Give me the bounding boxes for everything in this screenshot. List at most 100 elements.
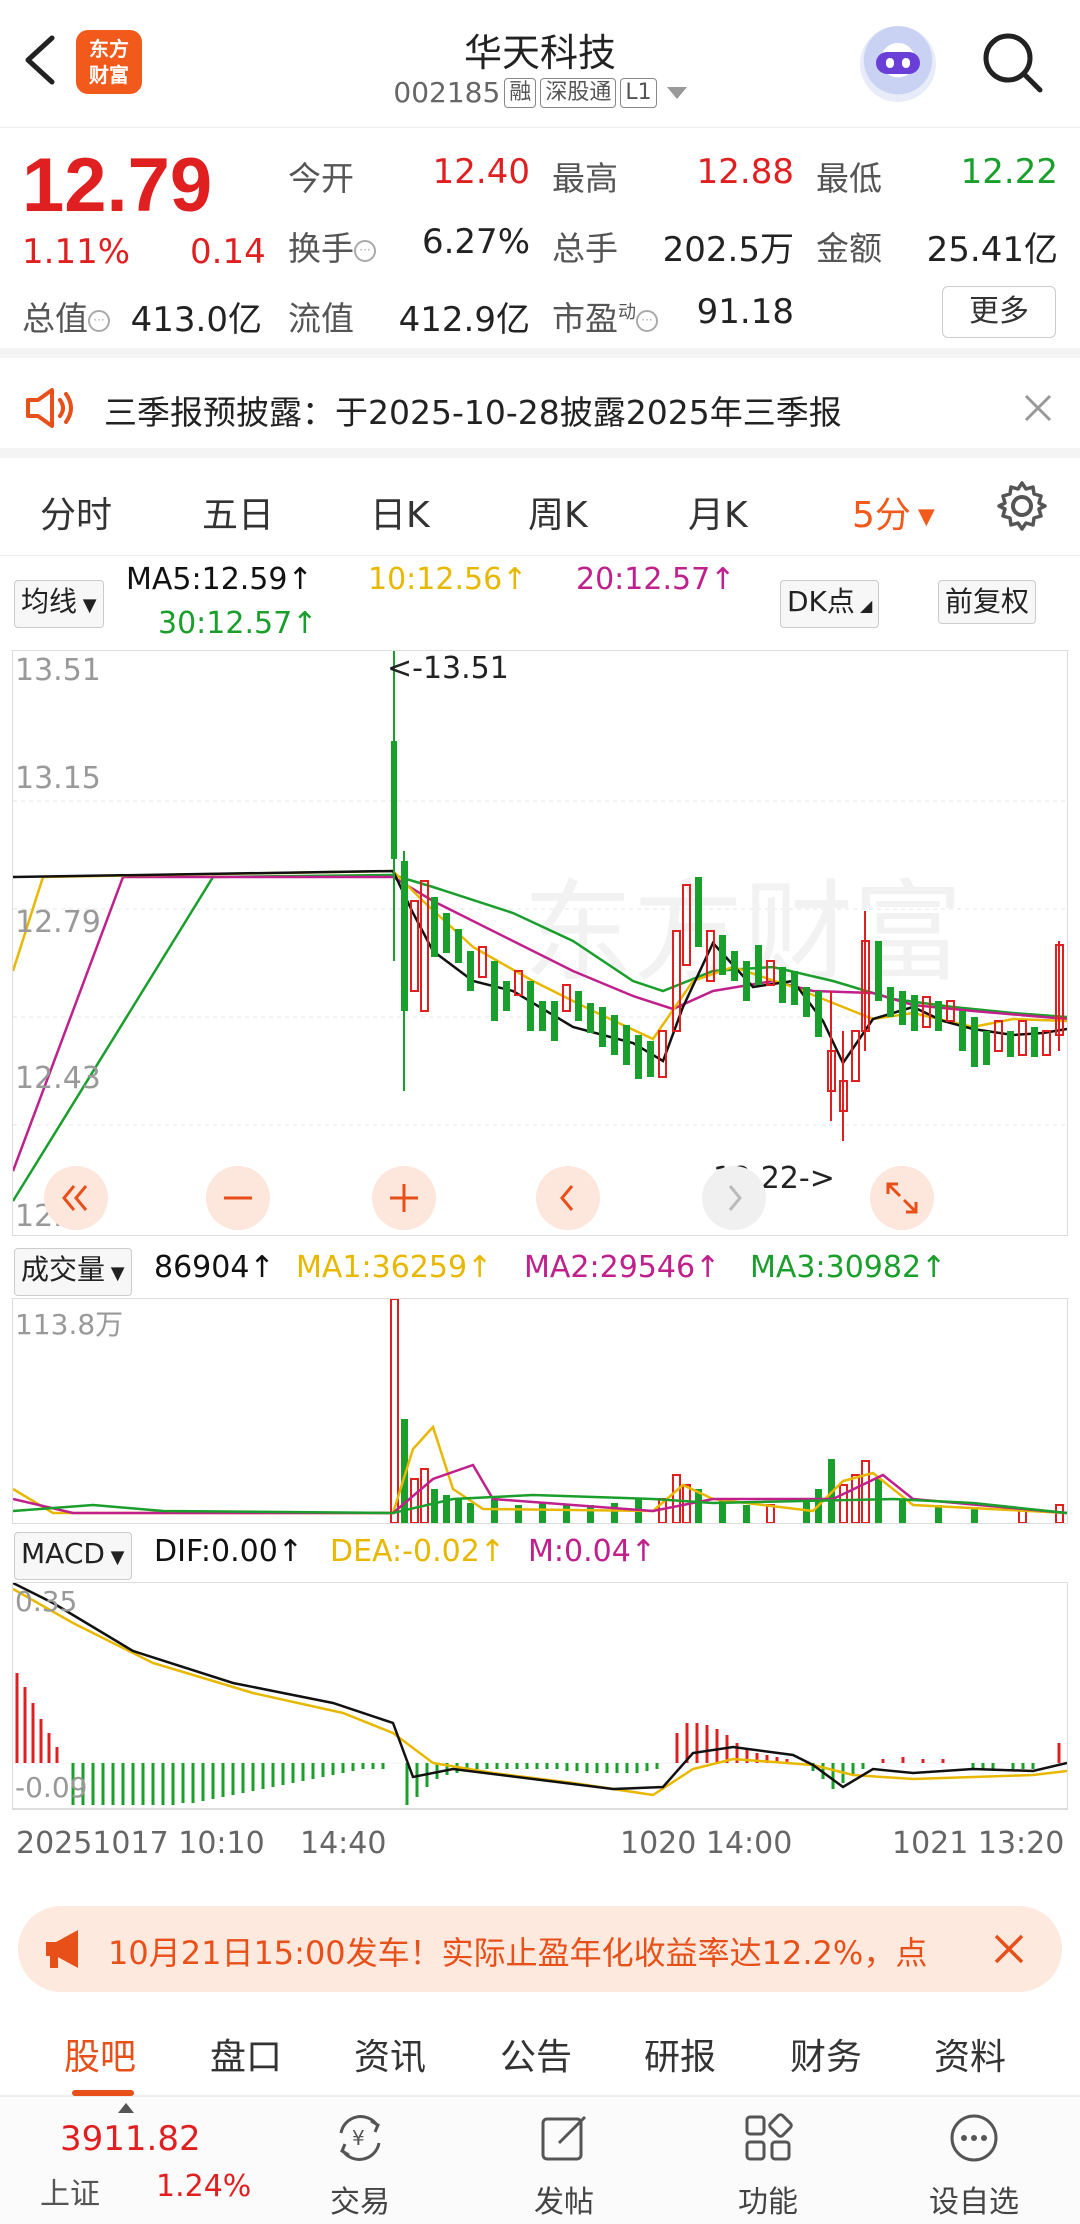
search-icon[interactable] xyxy=(980,30,1046,96)
amount-label: 金额 xyxy=(816,229,882,268)
volume-svg xyxy=(12,1298,1068,1524)
ma30-legend: 30:12.57↑ xyxy=(158,606,318,641)
scroll-right-button[interactable] xyxy=(702,1166,766,1230)
macd-chart[interactable]: 0.35 -0.09 xyxy=(12,1581,1068,1810)
index-value[interactable]: 3911.82 xyxy=(60,2119,201,2159)
index-name: 上证 xyxy=(40,2177,100,2212)
tab-research[interactable]: 研报 xyxy=(644,2028,716,2080)
quote-panel: 12.79 1.11% 0.14 今开 12.40 最高 12.88 最低 12… xyxy=(0,128,1080,358)
pe-label: 市盈动 ··· xyxy=(552,292,658,340)
time-label-3: 1020 14:00 xyxy=(620,1826,793,1861)
plus-icon xyxy=(390,1184,418,1212)
macd-bottom-label: -0.09 xyxy=(15,1771,88,1804)
nav-functions[interactable]: 功能 xyxy=(708,2111,828,2221)
tab-announcements[interactable]: 公告 xyxy=(500,2028,572,2080)
kline-svg: 东方财富 xyxy=(11,651,1068,1202)
tab-daily-k[interactable]: 日K xyxy=(370,486,430,538)
close-icon[interactable] xyxy=(990,1930,1028,1968)
gear-icon[interactable] xyxy=(996,480,1048,532)
indicator-select[interactable]: 均线 ▼ xyxy=(14,580,104,628)
ma10-legend: 10:12.56↑ xyxy=(368,562,528,597)
low-value: 12.22 xyxy=(960,152,1058,192)
kline-chart[interactable]: 东方财富 13.51 13.15 12.79 12.43 <-13.51 12.… xyxy=(11,650,1068,1236)
megaphone-icon xyxy=(46,1930,78,1968)
macd-top-label: 0.35 xyxy=(15,1585,78,1618)
change-amount: 0.14 xyxy=(190,232,266,272)
more-button[interactable]: 更多 xyxy=(942,286,1056,338)
high-label: 最高 xyxy=(552,159,618,198)
tab-financials[interactable]: 财务 xyxy=(790,2028,862,2080)
amount-value: 25.41亿 xyxy=(926,230,1058,270)
nav-trade-label: 交易 xyxy=(330,2185,390,2220)
zoom-in-button[interactable] xyxy=(372,1166,436,1230)
trade-icon: ¥ xyxy=(339,2115,381,2161)
tab-order-book[interactable]: 盘口 xyxy=(210,2028,282,2080)
grid-icon xyxy=(745,2113,793,2161)
tab-5min[interactable]: 5分 ▼ xyxy=(852,486,935,538)
volume-ma3: MA3:30982↑ xyxy=(750,1250,947,1285)
nav-post[interactable]: 发帖 xyxy=(504,2111,624,2221)
index-percent: 1.24% xyxy=(156,2169,252,2204)
notice-bar[interactable]: 三季报预披露：于2025-10-28披露2025年三季报 xyxy=(0,358,1080,458)
tab-profile[interactable]: 资料 xyxy=(934,2028,1006,2080)
tab-five-day[interactable]: 五日 xyxy=(202,486,274,538)
scroll-left-fast-button[interactable] xyxy=(44,1166,108,1230)
info-icon[interactable]: ··· xyxy=(354,239,376,262)
bottom-nav: 3911.82 上证 1.24% ¥ 交易 发帖 功能 设自选 xyxy=(0,2096,1080,2224)
ma5-legend: MA5:12.59↑ xyxy=(126,562,313,597)
scroll-left-button[interactable] xyxy=(536,1166,600,1230)
volume-value: 202.5万 xyxy=(662,230,794,270)
turnover-value: 6.27% xyxy=(421,222,530,262)
tab-monthly-k[interactable]: 月K xyxy=(688,486,748,538)
volume-ma2: MA2:29546↑ xyxy=(524,1250,721,1285)
notice-text: 三季报预披露：于2025-10-28披露2025年三季报 xyxy=(104,393,842,432)
high-value: 12.88 xyxy=(696,152,794,192)
mktcap-value: 413.0亿 xyxy=(130,300,262,340)
minus-icon xyxy=(224,1196,252,1200)
macd-m: M:0.04↑ xyxy=(528,1534,656,1569)
promo-banner[interactable]: 10月21日15:00发车！实际止盈年化收益率达12.2%，点 xyxy=(18,1906,1062,1992)
time-label-start: 20251017 10:10 xyxy=(16,1826,265,1861)
change-percent: 1.11% xyxy=(22,232,131,272)
tab-intraday[interactable]: 分时 xyxy=(40,486,112,538)
y-tick-13.15: 13.15 xyxy=(15,761,101,796)
dk-point-button[interactable]: DK点 ◢ xyxy=(780,580,880,628)
y-tick-13.51: 13.51 xyxy=(15,653,101,688)
macd-indicator-select[interactable]: MACD ▼ xyxy=(14,1532,132,1580)
edit-icon xyxy=(541,2115,587,2161)
chevron-left-icon xyxy=(560,1185,574,1211)
pe-value: 91.18 xyxy=(696,292,794,332)
fullscreen-button[interactable] xyxy=(870,1166,934,1230)
info-icon[interactable]: ··· xyxy=(88,309,110,332)
volume-chart[interactable]: 113.8万 xyxy=(12,1298,1068,1524)
nav-functions-label: 功能 xyxy=(738,2185,798,2220)
open-value: 12.40 xyxy=(432,152,530,192)
tag-connect: 深股通 xyxy=(540,77,617,108)
nav-watchlist[interactable]: 设自选 xyxy=(914,2111,1034,2221)
period-tabs: 分时 五日 日K 周K 月K 5分 ▼ xyxy=(0,460,1080,556)
robot-assistant-icon[interactable] xyxy=(860,26,936,102)
volume-value: 86904↑ xyxy=(154,1250,275,1285)
volume-max-label: 113.8万 xyxy=(15,1308,124,1341)
volume-indicator-select[interactable]: 成交量 ▼ xyxy=(14,1248,132,1296)
chevron-right-icon xyxy=(728,1185,742,1211)
last-price: 12.79 xyxy=(22,143,213,228)
info-icon[interactable]: ··· xyxy=(636,309,658,332)
svg-text:¥: ¥ xyxy=(352,2126,365,2150)
volume-ma1: MA1:36259↑ xyxy=(296,1250,493,1285)
float-value: 412.9亿 xyxy=(398,300,530,340)
speaker-icon xyxy=(26,388,73,428)
macd-svg xyxy=(12,1581,1068,1810)
volume-label: 总手 xyxy=(552,229,618,268)
tag-level: L1 xyxy=(620,77,657,108)
nav-trade[interactable]: ¥ 交易 xyxy=(300,2111,420,2221)
content-tabs: 股吧 盘口 资讯 公告 研报 财务 资料 xyxy=(0,2006,1080,2096)
adjust-button[interactable]: 前复权 xyxy=(938,580,1037,624)
tab-weekly-k[interactable]: 周K xyxy=(528,486,588,538)
tab-news[interactable]: 资讯 xyxy=(354,2028,426,2080)
close-icon[interactable] xyxy=(1020,390,1056,426)
y-tick-12.79: 12.79 xyxy=(15,905,101,940)
zoom-out-button[interactable] xyxy=(206,1166,270,1230)
nav-post-label: 发帖 xyxy=(534,2185,594,2220)
tab-forum[interactable]: 股吧 xyxy=(64,2028,136,2080)
